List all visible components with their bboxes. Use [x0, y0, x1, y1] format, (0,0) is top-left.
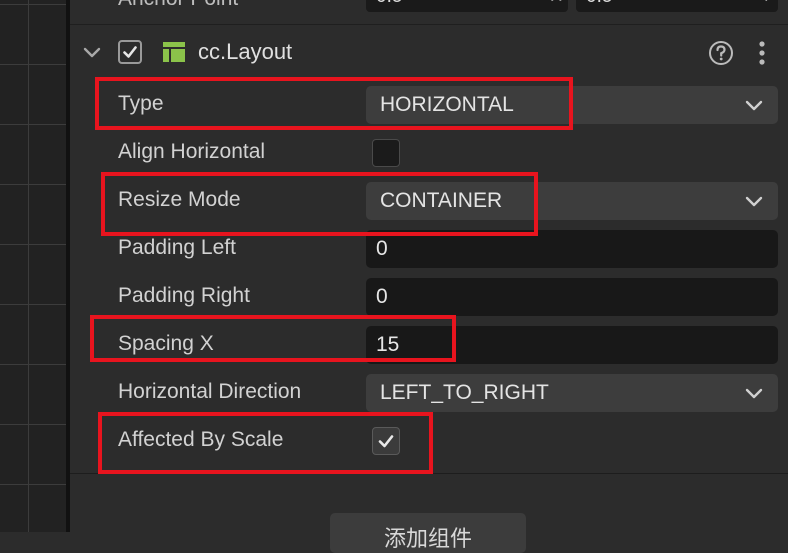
highlight-box-resize-mode [101, 172, 538, 236]
padding-right-row: Padding Right 0 [70, 272, 788, 320]
chevron-down-icon[interactable] [80, 40, 104, 64]
align-horizontal-checkbox[interactable] [372, 139, 400, 167]
padding-right-value: 0 [376, 285, 388, 308]
anchor-y-value: 0.5 [586, 0, 612, 8]
padding-right-label: Padding Right [118, 284, 250, 307]
highlight-box-affected-by-scale [98, 412, 433, 474]
anchor-point-row: Anchor Point 0.5 X 0.5 Y [70, 0, 788, 16]
horizontal-direction-label: Horizontal Direction [118, 380, 302, 403]
highlight-box-type [95, 77, 573, 130]
chevron-down-icon [744, 384, 764, 402]
anchor-y-input[interactable]: 0.5 Y [576, 0, 778, 12]
chevron-down-icon [744, 96, 764, 114]
align-horizontal-label: Align Horizontal [118, 140, 266, 163]
component-enabled-checkbox[interactable] [118, 40, 142, 64]
component-title: cc.Layout [198, 39, 293, 64]
layout-grid-icon [162, 41, 186, 63]
component-header: cc.Layout [70, 32, 788, 72]
scene-view-grid [0, 0, 66, 532]
horizontal-direction-row: Horizontal Direction LEFT_TO_RIGHT [70, 368, 788, 416]
horizontal-direction-select[interactable]: LEFT_TO_RIGHT [366, 374, 778, 412]
anchor-x-axis-label: X [551, 0, 562, 6]
horizontal-direction-value: LEFT_TO_RIGHT [380, 381, 549, 404]
help-icon[interactable] [708, 40, 734, 66]
section-separator [70, 24, 788, 25]
more-vertical-icon[interactable] [752, 40, 772, 66]
add-component-label: 添加组件 [383, 526, 472, 551]
padding-left-value: 0 [376, 237, 388, 260]
chevron-down-icon [744, 192, 764, 210]
add-component-button[interactable]: 添加组件 [330, 513, 526, 553]
padding-left-label: Padding Left [118, 236, 236, 259]
anchor-point-label: Anchor Point [118, 0, 238, 11]
padding-right-input[interactable]: 0 [366, 278, 778, 316]
anchor-x-input[interactable]: 0.5 X [366, 0, 568, 12]
anchor-x-value: 0.5 [376, 0, 402, 8]
align-horizontal-row: Align Horizontal [70, 128, 788, 176]
highlight-box-spacing-x [90, 315, 456, 362]
anchor-y-axis-label: Y [761, 0, 772, 6]
